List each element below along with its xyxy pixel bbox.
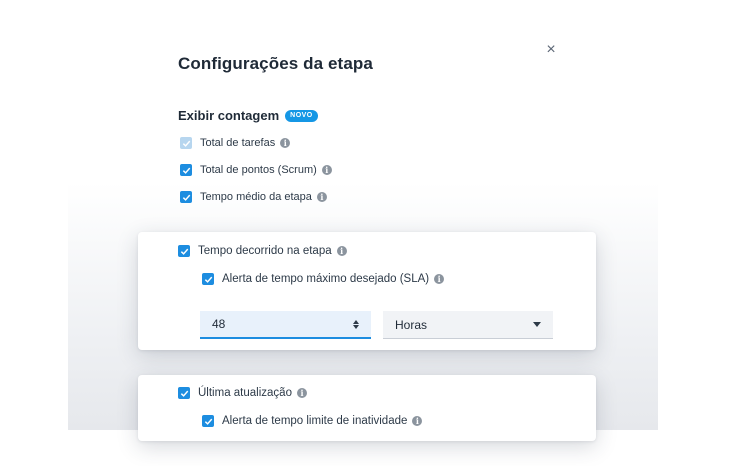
new-badge: NOVO bbox=[285, 109, 318, 122]
chevron-down-icon bbox=[533, 322, 541, 327]
settings-dialog bbox=[68, 30, 658, 430]
check-icon bbox=[182, 194, 190, 201]
option-label: Total de pontos (Scrum) bbox=[200, 164, 317, 176]
option-alerta-inatividade[interactable]: Alerta de tempo limite de inatividade i bbox=[202, 415, 423, 427]
check-icon bbox=[180, 390, 188, 397]
info-icon[interactable]: i bbox=[434, 274, 445, 284]
checkbox-tempo-decorrido[interactable] bbox=[178, 245, 190, 257]
check-icon bbox=[204, 276, 212, 283]
option-label: Alerta de tempo máximo desejado (SLA) bbox=[222, 273, 430, 285]
check-icon bbox=[182, 167, 190, 174]
option-tempo-decorrido[interactable]: Tempo decorrido na etapa i bbox=[178, 245, 347, 257]
close-icon[interactable]: × bbox=[543, 42, 559, 58]
sla-value: 48 bbox=[212, 317, 226, 331]
option-total-tarefas[interactable]: Total de tarefas i bbox=[180, 137, 291, 149]
option-tempo-medio[interactable]: Tempo médio da etapa i bbox=[180, 191, 327, 203]
last-update-card bbox=[138, 375, 596, 441]
checkbox-alerta-inatividade[interactable] bbox=[202, 415, 214, 427]
checkbox-ultima-atualizacao[interactable] bbox=[178, 387, 190, 399]
check-icon bbox=[180, 248, 188, 255]
option-alerta-sla[interactable]: Alerta de tempo máximo desejado (SLA) i bbox=[202, 273, 445, 285]
option-total-pontos[interactable]: Total de pontos (Scrum) i bbox=[180, 164, 332, 176]
check-icon bbox=[204, 418, 212, 425]
stepper-icon[interactable] bbox=[353, 319, 359, 329]
option-label: Tempo médio da etapa bbox=[200, 191, 312, 203]
info-icon[interactable]: i bbox=[296, 388, 307, 398]
info-icon[interactable]: i bbox=[280, 138, 291, 148]
option-label: Total de tarefas bbox=[200, 137, 276, 149]
option-ultima-atualizacao[interactable]: Última atualização i bbox=[178, 387, 307, 399]
info-icon[interactable]: i bbox=[321, 165, 332, 175]
info-icon[interactable]: i bbox=[412, 416, 423, 426]
info-icon[interactable]: i bbox=[316, 192, 327, 202]
sla-value-input[interactable]: 48 bbox=[200, 311, 371, 339]
option-label: Alerta de tempo limite de inatividade bbox=[222, 415, 408, 427]
checkbox-tempo-medio[interactable] bbox=[180, 191, 192, 203]
dialog-title: Configurações da etapa bbox=[178, 54, 373, 73]
checkbox-total-pontos[interactable] bbox=[180, 164, 192, 176]
info-icon[interactable]: i bbox=[336, 246, 347, 256]
section-header: Exibir contagem NOVO bbox=[178, 108, 318, 123]
checkbox-total-tarefas[interactable] bbox=[180, 137, 192, 149]
sla-unit-select[interactable]: Horas bbox=[383, 311, 553, 339]
option-label: Tempo decorrido na etapa bbox=[198, 245, 332, 257]
check-icon bbox=[182, 140, 190, 147]
option-label: Última atualização bbox=[198, 387, 292, 399]
checkbox-alerta-sla[interactable] bbox=[202, 273, 214, 285]
section-title: Exibir contagem bbox=[178, 108, 280, 123]
sla-unit-value: Horas bbox=[395, 317, 428, 332]
